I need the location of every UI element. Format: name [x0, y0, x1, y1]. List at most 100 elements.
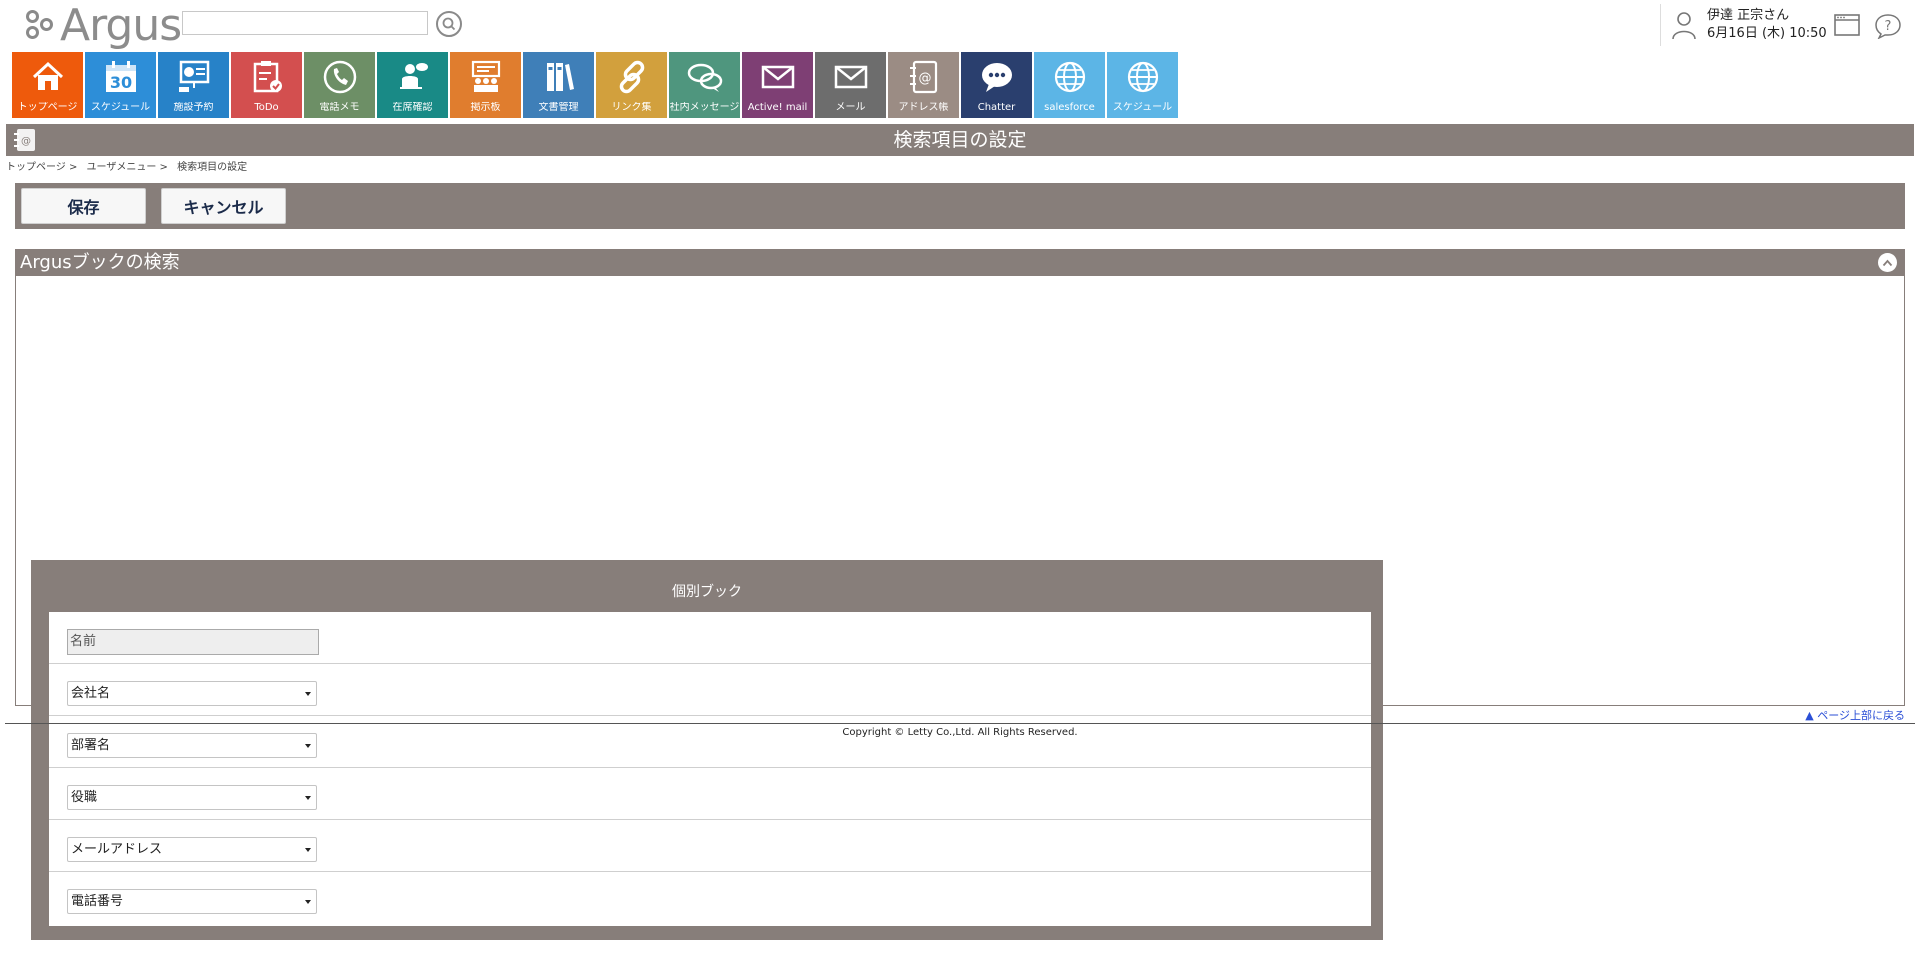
app-tile-label: ToDo	[254, 102, 279, 113]
app-tile-label: 電話メモ	[319, 102, 360, 113]
section-body: 個別ブック 名前 会社名 部署名 役職 メールアドレス 電話番号	[15, 276, 1905, 940]
link-icon	[612, 57, 652, 97]
chevron-down-icon	[305, 900, 311, 904]
app-tile[interactable]: 文書管理	[523, 52, 594, 118]
calendar-day-number: 30	[109, 73, 131, 92]
chevron-down-icon	[305, 692, 311, 696]
cancel-button[interactable]: キャンセル	[161, 188, 286, 224]
chevron-down-icon	[305, 848, 311, 852]
app-tile-label: メール	[835, 102, 866, 113]
header: Argus 伊達 正宗さん 6月16日 (木) 10:50 ?	[0, 0, 1920, 50]
app-tile[interactable]: リンク集	[596, 52, 667, 118]
breadcrumb-user-menu[interactable]: ユーザメニュー >	[87, 162, 168, 173]
search-input[interactable]	[182, 11, 428, 35]
app-tile-label: 文書管理	[538, 102, 579, 113]
name-field: 名前	[67, 629, 319, 655]
home-icon	[28, 57, 68, 97]
current-datetime: 6月16日 (木) 10:50	[1707, 26, 1827, 41]
address-book-icon: @	[904, 57, 944, 97]
phone-select[interactable]: 電話番号	[67, 889, 317, 914]
user-area[interactable]: 伊達 正宗さん 6月16日 (木) 10:50	[1660, 4, 1827, 46]
app-tile-label: Active! mail	[747, 102, 808, 113]
argus-logo[interactable]: Argus	[24, 0, 182, 51]
app-tile[interactable]: Active! mail	[742, 52, 813, 118]
chevron-down-icon	[305, 744, 311, 748]
save-button[interactable]: 保存	[21, 188, 146, 224]
mail-icon	[758, 57, 798, 97]
app-tiles: トップページ 30 スケジュール 施設予約 ToDo 電話メモ 在席確認 掲示板 文書管理 リンク…	[12, 52, 1180, 118]
app-tile[interactable]: Chatter	[961, 52, 1032, 118]
search-field-list: 名前 会社名 部署名 役職 メールアドレス 電話番号	[49, 612, 1371, 926]
select-value: 会社名	[71, 686, 111, 701]
app-tile-label: salesforce	[1044, 102, 1095, 113]
documents-icon	[539, 57, 579, 97]
user-icon	[1672, 12, 1696, 40]
chatter-icon	[977, 57, 1017, 97]
list-item: 役職	[49, 768, 1371, 820]
individual-book-panel: 個別ブック 名前 会社名 部署名 役職 メールアドレス 電話番号	[31, 560, 1383, 940]
app-tile[interactable]: salesforce	[1034, 52, 1105, 118]
app-tile-label: アドレス帳	[898, 102, 949, 113]
search-button[interactable]	[436, 11, 462, 37]
svg-text:?: ?	[1885, 19, 1892, 34]
copyright: Copyright © Letty Co.,Ltd. All Rights Re…	[842, 727, 1078, 738]
select-value: 部署名	[71, 738, 111, 753]
breadcrumb-current: 検索項目の設定	[177, 162, 248, 173]
app-tile[interactable]: 社内メッセージ	[669, 52, 740, 118]
svg-text:@: @	[918, 71, 931, 86]
action-bar: 保存 キャンセル	[15, 183, 1905, 229]
app-tile[interactable]: 施設予約	[158, 52, 229, 118]
app-tile[interactable]: スケジュール	[1107, 52, 1178, 118]
board-icon	[466, 57, 506, 97]
back-to-top-link[interactable]: ▲ ページ上部に戻る	[1805, 707, 1905, 723]
select-value: 役職	[71, 790, 98, 805]
app-tile-label: Chatter	[977, 102, 1016, 113]
search-icon	[442, 17, 456, 31]
select-value: 電話番号	[71, 894, 124, 909]
app-tile-label: 施設予約	[173, 102, 214, 113]
calendar-icon: 30	[101, 57, 141, 97]
app-tile[interactable]: 掲示板	[450, 52, 521, 118]
logo-text: Argus	[60, 0, 182, 51]
app-tile[interactable]: メール	[815, 52, 886, 118]
facility-icon	[174, 57, 214, 97]
app-tile[interactable]: ToDo	[231, 52, 302, 118]
user-name: 伊達 正宗さん	[1707, 8, 1790, 23]
app-tile-label: 掲示板	[470, 102, 501, 113]
collapse-icon[interactable]	[1878, 253, 1897, 272]
panel-title: 個別ブック	[672, 584, 742, 600]
company-select[interactable]: 会社名	[67, 681, 317, 706]
app-tile-label: 社内メッセージ	[669, 102, 740, 113]
footer-divider	[5, 723, 1915, 724]
message-icon	[685, 57, 725, 97]
app-tile-label: スケジュール	[1112, 102, 1173, 113]
app-tile-label: トップページ	[17, 102, 78, 113]
select-value: メールアドレス	[71, 842, 163, 857]
list-item: 電話番号	[49, 872, 1371, 924]
phone-icon	[320, 57, 360, 97]
breadcrumb-top[interactable]: トップページ >	[6, 162, 77, 173]
app-tile[interactable]: 電話メモ	[304, 52, 375, 118]
page-title-bar: @ 検索項目の設定	[6, 124, 1914, 156]
app-tile[interactable]: 在席確認	[377, 52, 448, 118]
window-icon[interactable]	[1834, 14, 1860, 36]
list-item: メールアドレス	[49, 820, 1371, 872]
presence-icon	[393, 57, 433, 97]
app-tile[interactable]: 30 スケジュール	[85, 52, 156, 118]
section-title: Argusブックの検索	[20, 252, 180, 273]
breadcrumb: トップページ > ユーザメニュー > 検索項目の設定	[6, 158, 253, 173]
section-header: Argusブックの検索	[15, 249, 1905, 276]
chevron-down-icon	[305, 796, 311, 800]
email-select[interactable]: メールアドレス	[67, 837, 317, 862]
globe-icon	[1123, 57, 1163, 97]
logo-mark-icon	[24, 6, 58, 46]
globe-icon	[1050, 57, 1090, 97]
app-tile[interactable]: トップページ	[12, 52, 83, 118]
help-icon[interactable]: ?	[1874, 13, 1902, 39]
todo-icon	[247, 57, 287, 97]
page-title: 検索項目の設定	[893, 129, 1027, 151]
app-tile[interactable]: @ アドレス帳	[888, 52, 959, 118]
app-tile-label: スケジュール	[90, 102, 151, 113]
position-select[interactable]: 役職	[67, 785, 317, 810]
list-item: 名前	[49, 612, 1371, 664]
